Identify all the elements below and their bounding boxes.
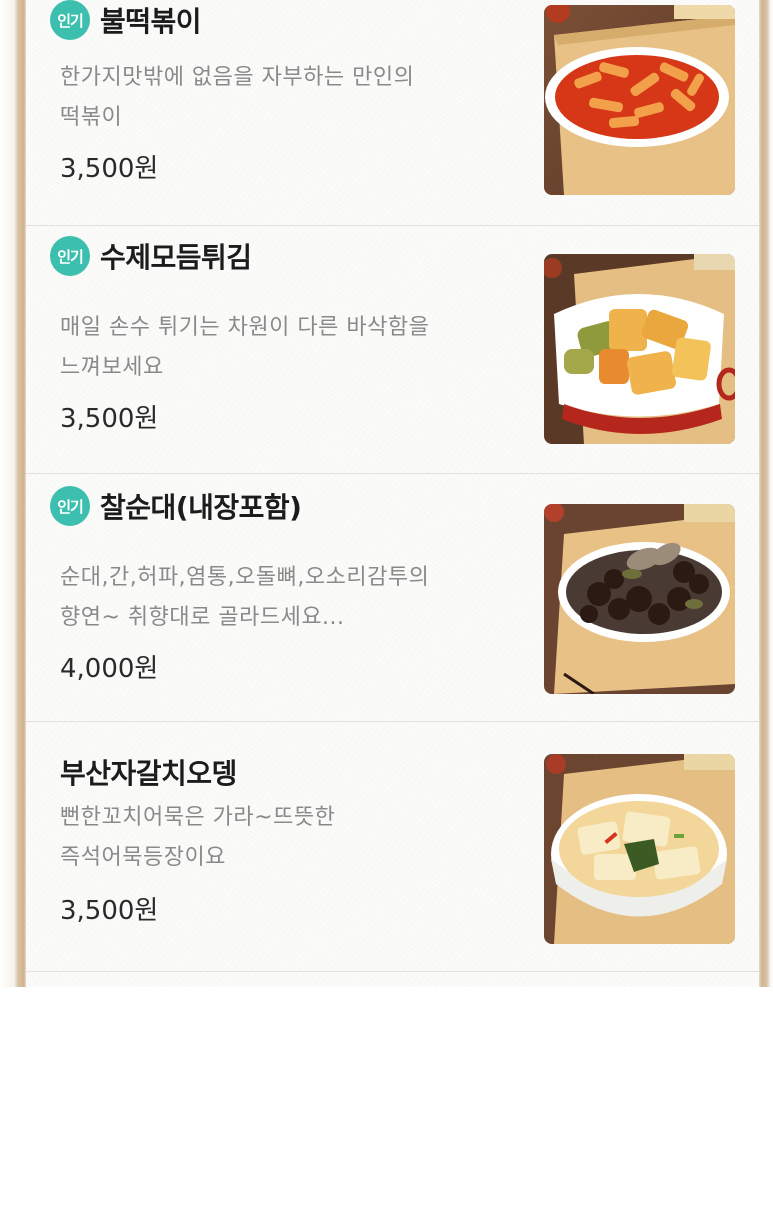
menu-item-description: 매일 손수 튀기는 차원이 다른 바삭함을 느껴보세요 <box>60 308 500 388</box>
popular-badge-icon: 인기 <box>50 0 90 40</box>
menu-item-name-row: 부산자갈치오뎅 <box>50 754 237 790</box>
menu-item-photo-tteokbokki[interactable] <box>544 5 735 195</box>
description-line: 순대,간,허파,염통,오돌뼈,오소리감투의 <box>60 565 430 590</box>
description-line: 즉석어묵등장이요 <box>60 845 226 870</box>
description-line: 향연~ 취향대로 골라드세요... <box>60 605 345 630</box>
menu-item-name-row: 인기 찰순대(내장포함) <box>50 486 302 526</box>
menu-item-name: 수제모듬튀김 <box>100 241 252 274</box>
description-line: 떡볶이 <box>60 105 123 130</box>
menu-item-name-row: 인기 수제모듬튀김 <box>50 236 252 276</box>
popular-badge-icon: 인기 <box>50 236 90 276</box>
left-frame-border <box>0 0 26 987</box>
menu-item-photo-sundae[interactable] <box>544 504 735 694</box>
menu-item-name: 불떡볶이 <box>100 5 202 38</box>
menu-item-fried-assortment[interactable]: 인기 수제모듬튀김 매일 손수 튀기는 차원이 다른 바삭함을 느껴보세요 3,… <box>26 226 759 474</box>
description-line: 뻔한꼬치어묵은 가라~뜨뜻한 <box>60 805 336 830</box>
description-line: 느껴보세요 <box>60 355 164 380</box>
menu-item-description: 한가지맛밖에 없음을 자부하는 만인의 떡볶이 <box>60 58 500 138</box>
menu-item-name-row: 인기 불떡볶이 <box>50 0 202 40</box>
menu-item-next-partial <box>26 972 759 1220</box>
menu-item-name: 부산자갈치오뎅 <box>60 757 237 790</box>
menu-item-price: 4,000원 <box>60 654 159 684</box>
popular-badge-icon: 인기 <box>50 486 90 526</box>
right-frame-border <box>759 0 773 987</box>
menu-item-sundae[interactable]: 인기 찰순대(내장포함) 순대,간,허파,염통,오돌뼈,오소리감투의 향연~ 취… <box>26 474 759 722</box>
menu-item-description: 순대,간,허파,염통,오돌뼈,오소리감투의 향연~ 취향대로 골라드세요... <box>60 558 500 638</box>
description-line: 매일 손수 튀기는 차원이 다른 바삭함을 <box>60 315 430 340</box>
menu-item-fishcake[interactable]: 부산자갈치오뎅 뻔한꼬치어묵은 가라~뜨뜻한 즉석어묵등장이요 3,500원 <box>26 724 759 972</box>
menu-item-price: 3,500원 <box>60 896 159 926</box>
menu-item-photo-fishcake[interactable] <box>544 754 735 944</box>
menu-list: 인기 불떡볶이 한가지맛밖에 없음을 자부하는 만인의 떡볶이 3,500원 인… <box>26 0 759 987</box>
menu-item-photo-fried-assortment[interactable] <box>544 254 735 444</box>
menu-item-price: 3,500원 <box>60 154 159 184</box>
menu-item-tteokbokki[interactable]: 인기 불떡볶이 한가지맛밖에 없음을 자부하는 만인의 떡볶이 3,500원 <box>26 0 759 226</box>
menu-item-price: 3,500원 <box>60 404 159 434</box>
menu-item-description: 뻔한꼬치어묵은 가라~뜨뜻한 즉석어묵등장이요 <box>60 798 500 878</box>
description-line: 한가지맛밖에 없음을 자부하는 만인의 <box>60 65 415 90</box>
menu-item-name: 찰순대(내장포함) <box>100 491 302 524</box>
